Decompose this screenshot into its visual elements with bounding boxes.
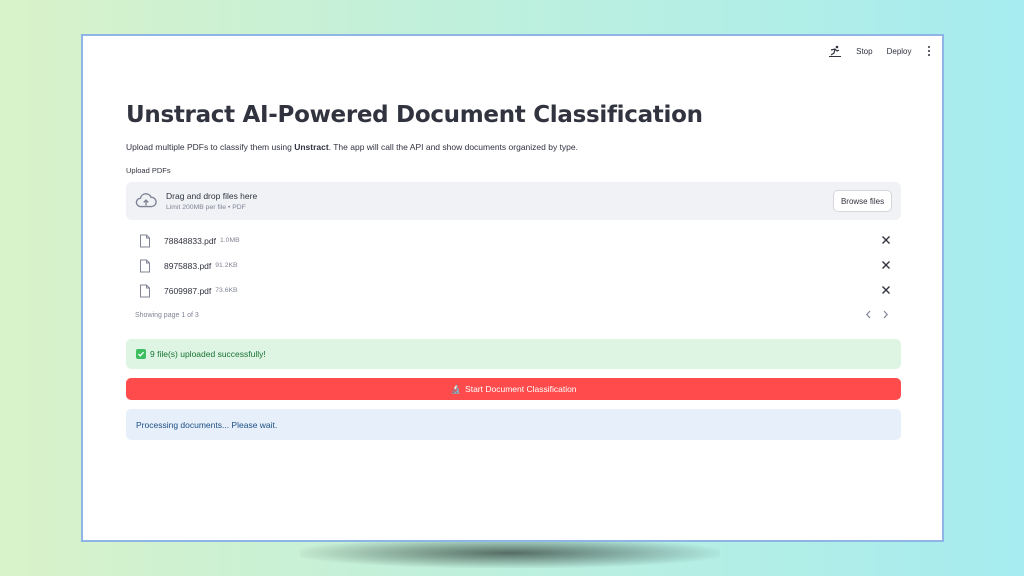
page-description: Upload multiple PDFs to classify them us…: [126, 142, 901, 152]
browse-files-button[interactable]: Browse files: [833, 190, 892, 212]
cloud-upload-icon: [135, 193, 157, 208]
description-suffix: . The app will call the API and show doc…: [328, 142, 578, 152]
page-title: Unstract AI-Powered Document Classificat…: [126, 102, 703, 128]
start-classification-button[interactable]: 🔬 Start Document Classification: [126, 378, 901, 400]
file-icon: [140, 259, 150, 272]
dropzone-instructions: Drag and drop files here Limit 200MB per…: [166, 191, 257, 211]
deploy-button[interactable]: Deploy: [887, 47, 912, 56]
upload-success-alert: 9 file(s) uploaded successfully!: [126, 339, 901, 369]
file-row: 8975883.pdf 91.2KB: [126, 253, 901, 278]
dropzone-limit: Limit 200MB per file • PDF: [166, 204, 246, 211]
file-row: 7609987.pdf 73.6KB: [126, 278, 901, 303]
app-window: Stop Deploy Unstract AI-Powered Document…: [81, 34, 944, 542]
file-size: 73.6KB: [215, 287, 238, 294]
file-size: 91.2KB: [215, 262, 238, 269]
info-message: Processing documents... Please wait.: [136, 419, 278, 430]
window-shadow: [300, 538, 720, 568]
pagination-text: Showing page 1 of 3: [135, 311, 199, 319]
dropzone-text: Drag and drop files here: [166, 191, 258, 201]
remove-file-icon[interactable]: [881, 285, 891, 295]
file-name: 78848833.pdf: [164, 235, 216, 246]
microscope-icon: 🔬: [450, 383, 462, 394]
chevron-left-icon[interactable]: [865, 310, 872, 319]
file-row: 78848833.pdf 1.0MB: [126, 228, 901, 253]
file-name: 8975883.pdf: [164, 260, 212, 271]
app-header-toolbar: Stop Deploy: [828, 44, 932, 58]
pagination-controls: [865, 310, 889, 319]
file-size: 1.0MB: [220, 237, 240, 244]
main-content: Unstract AI-Powered Document Classificat…: [126, 100, 901, 440]
start-button-label: Start Document Classification: [465, 384, 577, 394]
chevron-right-icon[interactable]: [882, 310, 889, 319]
checkbox-checked-icon: [136, 349, 146, 359]
file-name: 7609987.pdf: [164, 285, 212, 296]
uploaded-file-list: 78848833.pdf 1.0MB 8975883.pdf 91.2KB 76…: [126, 228, 901, 303]
file-dropzone[interactable]: Drag and drop files here Limit 200MB per…: [126, 182, 901, 220]
uploader-label: Upload PDFs: [126, 166, 171, 175]
description-bold: Unstract: [294, 142, 329, 152]
file-pagination: Showing page 1 of 3: [126, 303, 901, 327]
kebab-menu-icon[interactable]: [926, 45, 933, 57]
file-icon: [140, 284, 150, 297]
stop-button[interactable]: Stop: [856, 47, 872, 56]
description-prefix: Upload multiple PDFs to classify them us…: [126, 142, 295, 152]
remove-file-icon[interactable]: [881, 235, 891, 245]
processing-info-alert: Processing documents... Please wait.: [126, 409, 901, 440]
remove-file-icon[interactable]: [881, 260, 891, 270]
file-icon: [140, 234, 150, 247]
running-person-icon: [829, 45, 842, 57]
success-message: 9 file(s) uploaded successfully!: [150, 349, 266, 359]
